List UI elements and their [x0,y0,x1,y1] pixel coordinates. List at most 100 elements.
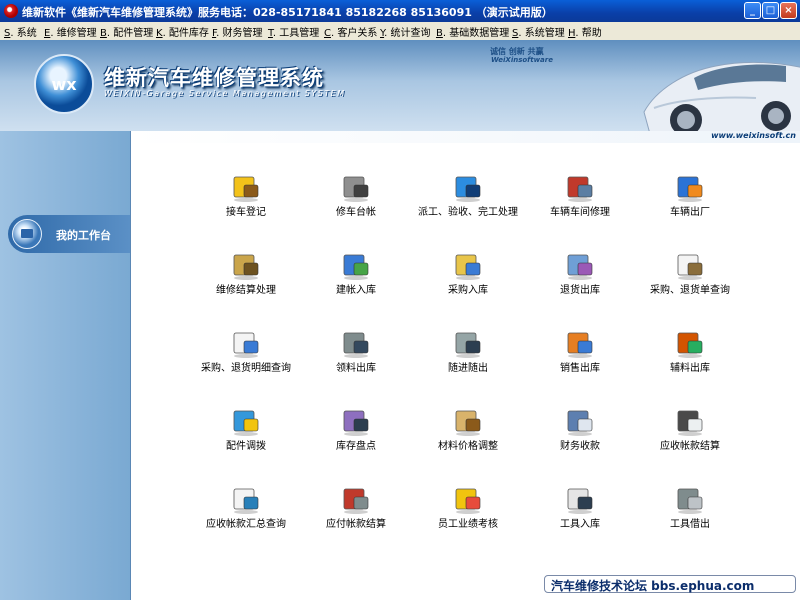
url-strip: www.weixinsoft.cn [130,131,800,143]
menu-shortcut-key: E [44,28,51,39]
repair-ledger-icon [343,176,369,202]
watermark-text: 汽车维修技术论坛 bbs.ephua.com [551,579,755,593]
menu-item[interactable]: E. 维修管理 [44,24,97,39]
folder-icon [12,219,42,249]
menu-shortcut-key: F [212,28,217,39]
menu-shortcut-key: K [156,28,163,39]
function-tile[interactable]: 辅料出库 [625,327,755,395]
app-icon[interactable] [4,4,18,18]
sidebar: 我的工作台 [0,131,131,600]
company-logo: wx [34,54,94,114]
performance-review-icon [455,488,481,514]
function-tile[interactable]: 采购、退货单查询 [625,249,755,317]
minimize-button[interactable]: _ [744,2,761,19]
function-tile[interactable]: 车辆出厂 [625,171,755,239]
order-query-icon [677,254,703,280]
function-label: 建帐入库 [336,285,376,296]
function-label: 材料价格调整 [438,441,498,452]
function-tile[interactable]: 采购入库 [403,249,533,317]
menu-label: 基础数据管理 [449,28,510,39]
function-tile[interactable]: 材料价格调整 [403,405,533,473]
function-label: 库存盘点 [336,441,376,452]
function-label: 工具借出 [670,519,710,530]
menu-shortcut-key: H [568,28,576,39]
sidebar-item-label: 我的工作台 [56,229,111,242]
function-tile[interactable]: 应收帐款结算 [625,405,755,473]
menu-label: 财务管理 [222,28,263,39]
function-tile[interactable]: 建帐入库 [291,249,421,317]
menu-bar: S. 系统 E. 维修管理 B. 配件管理 K. 配件库存 F. 财务管理 T. 工具管理… [0,22,800,41]
company-brand: WeiXinsoftware [491,56,553,64]
forum-watermark: 汽车维修技术论坛 bbs.ephua.com [544,575,796,593]
dispatch-worker-icon [455,176,481,202]
website-url: www.weixinsoft.cn [711,131,796,140]
return-stock-out-icon [567,254,593,280]
function-tile[interactable]: 员工业绩考核 [403,483,533,551]
logo-mark: wx [51,75,77,94]
function-tile[interactable]: 修车台帐 [291,171,421,239]
maximize-button[interactable]: □ [762,2,779,19]
finance-receipt-icon [567,410,593,436]
car-reception-icon [233,176,259,202]
menu-item[interactable]: S. 系统管理 [512,24,565,39]
function-tile[interactable]: 库存盘点 [291,405,421,473]
menu-item[interactable]: H. 帮助 [568,24,602,39]
function-label: 采购入库 [448,285,488,296]
menu-shortcut-key: S [4,28,11,39]
function-label: 应付帐款结算 [326,519,386,530]
window-title: 维新软件《维新汽车维修管理系统》服务电话：028-85171841 851822… [22,6,553,19]
auxiliary-stock-out-icon [677,332,703,358]
function-tile[interactable]: 派工、验收、完工处理 [403,171,533,239]
function-tile[interactable]: 随进随出 [403,327,533,395]
sales-stock-out-icon [567,332,593,358]
menu-shortcut-key: Y [380,28,385,39]
account-stock-in-icon [343,254,369,280]
in-out-icon [455,332,481,358]
menu-item[interactable]: T. 工具管理 [268,24,319,39]
close-button[interactable]: × [780,2,797,19]
inventory-check-icon [343,410,369,436]
parts-transfer-icon [233,410,259,436]
menu-label: 系统 [16,28,37,39]
payable-settlement-icon [343,488,369,514]
tool-stock-in-icon [567,488,593,514]
app-title: 维新汽车维修管理系统 [104,66,324,90]
menu-label: 系统管理 [524,28,565,39]
function-label: 派工、验收、完工处理 [418,207,518,218]
sidebar-item-workbench[interactable]: 我的工作台 [8,215,130,253]
car-image [643,61,800,131]
function-label: 修车台帐 [336,207,376,218]
menu-label: 配件库存 [168,28,209,39]
detail-query-icon [233,332,259,358]
menu-shortcut-key: T [268,28,273,39]
menu-item[interactable]: S. 系统 [4,24,37,39]
menu-item[interactable]: C. 客户关系 [324,24,377,39]
function-tile[interactable]: 领料出库 [291,327,421,395]
function-label: 应收帐款结算 [660,441,720,452]
price-adjust-icon [455,410,481,436]
tool-lending-icon [677,488,703,514]
menu-item[interactable]: B. 基础数据管理 [436,24,509,39]
title-bar: 维新软件《维新汽车维修管理系统》服务电话：028-85171841 851822… [0,0,800,22]
menu-item[interactable]: K. 配件库存 [156,24,209,39]
menu-item[interactable]: F. 财务管理 [212,24,263,39]
function-tile[interactable]: 应付帐款结算 [291,483,421,551]
function-label: 随进随出 [448,363,488,374]
menu-item[interactable]: Y. 统计查询 [380,24,430,39]
menu-label: 帮助 [581,28,602,39]
menu-label: 客户关系 [337,28,378,39]
function-label: 采购、退货单查询 [650,285,730,296]
menu-label: 统计查询 [390,28,431,39]
workshop-repair-icon [567,176,593,202]
function-label: 车辆出厂 [670,207,710,218]
receivable-summary-icon [233,488,259,514]
menu-shortcut-key: C [324,28,331,39]
menu-item[interactable]: B. 配件管理 [100,24,153,39]
function-label: 员工业绩考核 [438,519,498,530]
function-label: 领料出库 [336,363,376,374]
purchase-stock-in-icon [455,254,481,280]
function-label: 辅料出库 [670,363,710,374]
repair-settlement-icon [233,254,259,280]
menu-label: 配件管理 [113,28,154,39]
function-tile[interactable]: 工具借出 [625,483,755,551]
